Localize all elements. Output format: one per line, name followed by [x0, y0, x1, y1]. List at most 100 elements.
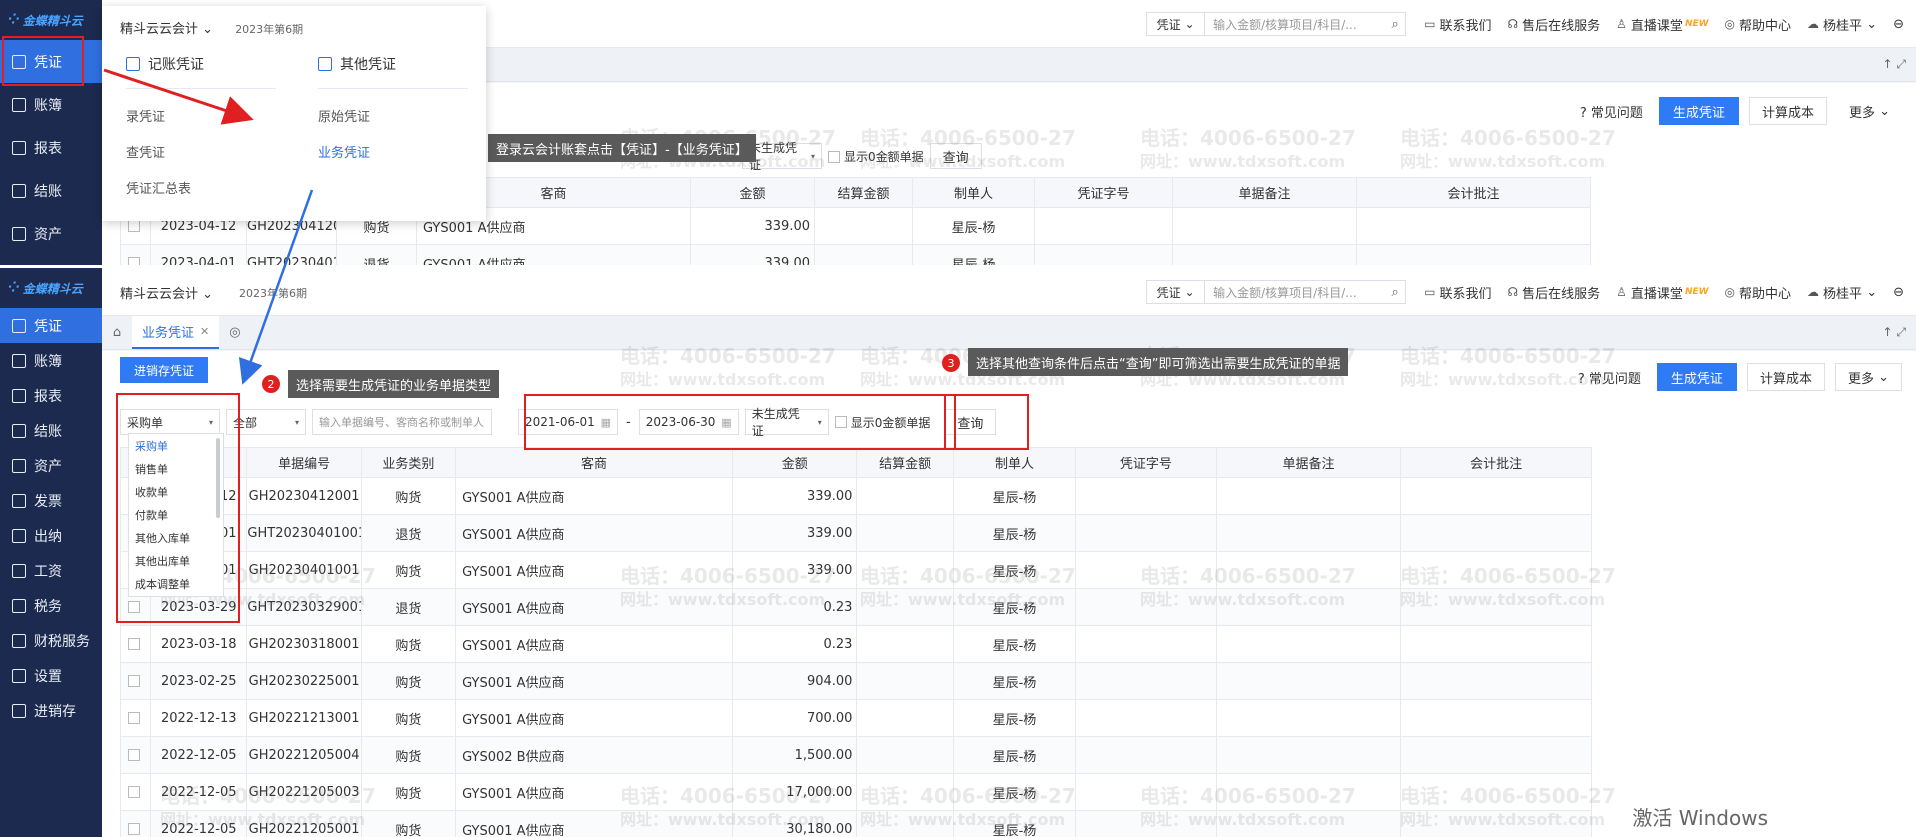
tab-tools[interactable]: ↑ ⤢	[1883, 325, 1906, 340]
sidebar-item-cashier[interactable]: 出纳	[0, 518, 102, 553]
more-button[interactable]: 更多 ⌄	[1836, 97, 1902, 125]
inventory-voucher-button[interactable]: 进销存凭证	[120, 357, 209, 383]
generate-voucher-button[interactable]: 生成凭证	[1658, 97, 1739, 125]
live-link[interactable]: ♙ 直播课堂 NEW	[1616, 283, 1708, 302]
menu-book-selector[interactable]: 精斗云云会计 ⌄ 2023年第6期	[120, 18, 303, 37]
doc-type-option[interactable]: 采购单	[129, 434, 223, 457]
search-input[interactable]: 输入金额/核算项目/科目/...	[1205, 16, 1385, 33]
table-row[interactable]: 2023-03-29 GHT20230329001 退货 GYS001 A供应商 0.2…	[119, 588, 1592, 626]
row-checkbox[interactable]	[127, 823, 140, 835]
cell-biz-type: 购货	[360, 625, 457, 663]
row-checkbox[interactable]	[127, 749, 140, 761]
table-row[interactable]: 2022-12-05 GH20221205004 购货 GYS002 B供应商 1,50…	[119, 736, 1592, 774]
sidebar-item-inventory[interactable]: 进销存	[0, 693, 102, 728]
help-link[interactable]: ◎ 帮助中心	[1725, 283, 1792, 302]
menu-item-enter-voucher[interactable]: 录凭证	[126, 97, 276, 133]
menu-item-query-voucher[interactable]: 查凭证	[126, 133, 276, 169]
user-menu[interactable]: ☁ 杨桂平 ⌄	[1807, 15, 1877, 34]
row-checkbox[interactable]	[127, 675, 140, 687]
close-icon[interactable]: ✕	[200, 325, 209, 338]
doc-type-option[interactable]: 销售单	[129, 457, 223, 480]
search-input[interactable]: 输入金额/核算项目/科目/...	[1205, 284, 1385, 301]
sidebar-item-invoice[interactable]: 发票	[0, 483, 102, 518]
menu-item-voucher-summary[interactable]: 凭证汇总表	[126, 169, 276, 205]
top-query-button[interactable]: 查询	[929, 143, 982, 169]
cell-settle	[856, 662, 954, 700]
sidebar-item-report[interactable]: 报表	[0, 378, 102, 413]
menu-item-business-voucher[interactable]: 业务凭证	[318, 133, 468, 169]
table-row[interactable]: 2023-04-01GH20230401001购货GYS001 A供应商339.…	[119, 551, 1592, 589]
tab-scroll-icon[interactable]: ◎	[229, 325, 240, 340]
sidebar-item-ledger[interactable]: 账簿	[0, 83, 102, 126]
calc-cost-button[interactable]: 计算成本	[1748, 97, 1827, 125]
row-checkbox[interactable]	[119, 699, 152, 737]
tab-tools[interactable]: ↑ ⤢	[1883, 57, 1906, 72]
sidebar-item-settings[interactable]: 设置	[0, 658, 102, 693]
sidebar-item-report[interactable]: 报表	[0, 126, 102, 169]
support-link[interactable]: ☊ 售后在线服务	[1507, 283, 1600, 302]
sidebar-item-closing[interactable]: 结账	[0, 413, 102, 448]
search-icon[interactable]: ⌕	[1385, 285, 1405, 300]
user-menu[interactable]: ☁ 杨桂平 ⌄	[1807, 283, 1877, 302]
faq-link[interactable]: ? 常见问题	[1580, 102, 1643, 121]
row-checkbox[interactable]	[119, 662, 152, 700]
tab-business-voucher[interactable]: 业务凭证 ✕	[132, 316, 220, 349]
ledger-icon	[12, 97, 26, 112]
home-icon[interactable]: ⌂	[102, 325, 132, 340]
top-show-zero[interactable]: 显示0金额单据	[828, 148, 924, 165]
keyword-input[interactable]: 输入单据编号、客商名称或制单人	[312, 409, 492, 435]
doc-type-option[interactable]: 其他入库单	[129, 526, 223, 549]
search-type-select[interactable]: 凭证 ⌄	[1147, 281, 1206, 303]
row-checkbox[interactable]	[127, 220, 140, 232]
cell-voucher-no	[1075, 588, 1217, 626]
logout-icon[interactable]: ⊖	[1893, 285, 1904, 300]
sidebar-item-salary[interactable]: 工资	[0, 553, 102, 588]
calc-cost-button[interactable]: 计算成本	[1746, 363, 1825, 391]
row-checkbox[interactable]	[127, 712, 140, 724]
sidebar-item-tax[interactable]: 税务	[0, 588, 102, 623]
generate-voucher-button[interactable]: 生成凭证	[1656, 363, 1737, 391]
contact-link[interactable]: ▭ 联系我们	[1424, 15, 1491, 34]
doc-type-option[interactable]: 收款单	[129, 480, 223, 503]
table-row[interactable]: 2023-04-01GHT20230401001退货GYS001 A供应商339…	[119, 514, 1592, 552]
faq-link[interactable]: ? 常见问题	[1578, 368, 1641, 387]
table-row[interactable]: 2023-03-18 GH20230318001 购货 GYS001 A供应商 0.23…	[119, 625, 1592, 663]
sidebar-item-asset[interactable]: 资产	[0, 448, 102, 483]
book-selector[interactable]: 精斗云云会计 ⌄	[120, 283, 213, 302]
search-icon[interactable]: ⌕	[1385, 17, 1405, 32]
table-row[interactable]: 2023-04-01GHT20230401001退货GYS001 A供应商339…	[120, 244, 1591, 265]
cell-remark	[1172, 244, 1357, 265]
dropdown-scrollbar[interactable]	[216, 438, 220, 518]
row-checkbox[interactable]	[127, 786, 140, 798]
row-checkbox[interactable]	[119, 625, 152, 663]
show-zero-checkbox[interactable]	[828, 151, 840, 163]
search-type-select[interactable]: 凭证 ⌄	[1147, 13, 1206, 35]
row-checkbox[interactable]	[127, 638, 140, 650]
menu-item-original-voucher[interactable]: 原始凭证	[318, 97, 468, 133]
sidebar-item-asset[interactable]: 资产	[0, 212, 102, 255]
row-checkbox[interactable]	[119, 773, 152, 811]
table-row[interactable]: 2022-12-13 GH20221213001 购货 GYS001 A供应商 700.…	[119, 699, 1592, 737]
support-link[interactable]: ☊ 售后在线服务	[1507, 15, 1600, 34]
row-checkbox[interactable]	[120, 244, 151, 265]
sidebar-item-closing[interactable]: 结账	[0, 169, 102, 212]
asset-icon	[12, 458, 26, 473]
sidebar-item-voucher[interactable]: 凭证	[0, 308, 102, 343]
help-link[interactable]: ◎ 帮助中心	[1725, 15, 1792, 34]
table-row[interactable]: 2022-12-05 GH20221205001 购货 GYS001 A供应商 30,1…	[119, 810, 1592, 837]
sidebar-item-ledger[interactable]: 账簿	[0, 343, 102, 378]
contact-link[interactable]: ▭ 联系我们	[1424, 283, 1491, 302]
row-checkbox[interactable]	[127, 257, 140, 265]
doc-type-option[interactable]: 付款单	[129, 503, 223, 526]
row-checkbox[interactable]	[119, 736, 152, 774]
sidebar-item-service[interactable]: 财税服务	[0, 623, 102, 658]
table-row[interactable]: 2023-04-12GH20230412001购货GYS001 A供应商339.…	[119, 477, 1592, 515]
doc-type-option[interactable]: 成本调整单	[129, 572, 223, 595]
more-button[interactable]: 更多 ⌄	[1834, 363, 1902, 391]
row-checkbox[interactable]	[119, 810, 152, 837]
doc-type-option[interactable]: 其他出库单	[129, 549, 223, 572]
table-row[interactable]: 2022-12-05 GH20221205003 购货 GYS001 A供应商 17,0…	[119, 773, 1592, 811]
live-link[interactable]: ♙ 直播课堂 NEW	[1616, 15, 1708, 34]
table-row[interactable]: 2023-02-25 GH20230225001 购货 GYS001 A供应商 904.…	[119, 662, 1592, 700]
logout-icon[interactable]: ⊖	[1893, 17, 1904, 32]
